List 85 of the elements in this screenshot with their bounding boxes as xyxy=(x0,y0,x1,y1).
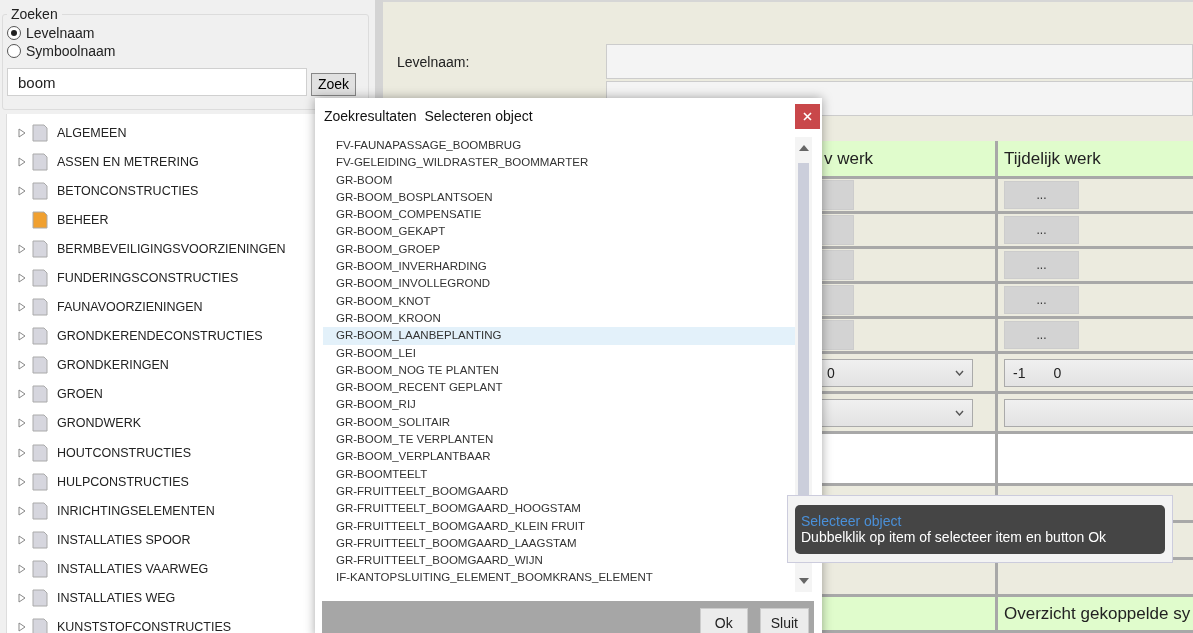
tree-item[interactable]: KUNSTSTOFCONSTRUCTIES xyxy=(57,620,232,633)
expand-arrow-icon[interactable] xyxy=(18,156,26,167)
expand-arrow-icon[interactable] xyxy=(18,127,26,138)
expand-arrow-icon[interactable] xyxy=(18,273,26,283)
tree-item[interactable]: HULPCONSTRUCTIES xyxy=(57,474,189,489)
tree-item[interactable]: BETONCONSTRUCTIES xyxy=(57,183,199,198)
tree-item[interactable]: GRONDKERENDECONSTRUCTIES xyxy=(57,329,263,344)
close-button[interactable] xyxy=(795,103,820,129)
tree-item[interactable]: GRONDWERK xyxy=(57,416,142,431)
tree-item[interactable]: GRONDKERINGEN xyxy=(57,358,169,373)
expand-arrow-icon[interactable] xyxy=(18,302,26,313)
tooltip-text: Dubbelklik op item of selecteer item en button Ok xyxy=(801,529,1108,545)
list-item[interactable]: GR-BOOM_SOLITAIR xyxy=(323,413,795,432)
column-header: Tijdelijk werk xyxy=(1003,148,1101,169)
tree-item[interactable]: BEHEER xyxy=(57,212,109,227)
scroll-up-icon[interactable] xyxy=(798,145,809,151)
list-item[interactable]: IF-KANTOPSLUITING_ELEMENT_BOOMKRANS_ELEMENT xyxy=(323,569,795,587)
expand-arrow-icon[interactable] xyxy=(18,185,26,196)
list-item[interactable]: GR-FRUITTEELT_BOOMGAARD xyxy=(323,482,795,501)
list-item[interactable]: GR-BOOM_LAANBEPLANTING xyxy=(323,327,795,345)
tree-item[interactable]: INSTALLATIES SPOOR xyxy=(57,532,191,547)
list-item[interactable]: GR-BOOM_INVERHARDING xyxy=(323,258,795,276)
dropdown[interactable]: -1 0 xyxy=(1004,358,1193,387)
scroll-down-icon[interactable] xyxy=(798,578,809,584)
list-item[interactable]: GR-BOOM_RIJ xyxy=(323,396,795,414)
tree-item[interactable]: HOUTCONSTRUCTIES xyxy=(57,445,192,460)
expand-arrow-icon[interactable] xyxy=(18,418,26,429)
list-item[interactable]: GR-BOOM_TE VERPLANTEN xyxy=(323,431,795,449)
expand-arrow-icon[interactable] xyxy=(18,563,26,574)
tooltip-title: Selecteer object xyxy=(801,513,903,529)
tree-item[interactable]: INRICHTINGSELEMENTEN xyxy=(57,503,215,518)
group-title: Zoeken xyxy=(10,6,59,22)
column-header: Overzicht gekoppelde sy xyxy=(1003,603,1191,624)
tree-item[interactable]: BERMBEVEILIGINGSVOORZIENINGEN xyxy=(57,241,286,256)
column-header: v werk xyxy=(823,148,874,169)
ellipsis-button[interactable]: ... xyxy=(1004,216,1079,244)
tree-item[interactable]: INSTALLATIES WEG xyxy=(57,591,176,606)
list-item[interactable]: FV-FAUNAPASSAGE_BOOMBRUG xyxy=(323,137,795,155)
expand-arrow-icon[interactable] xyxy=(18,331,26,342)
tree-item[interactable]: GROEN xyxy=(57,387,103,402)
ellipsis-button[interactable]: ... xyxy=(1004,321,1079,349)
list-item[interactable]: GR-BOOM_LEI xyxy=(323,344,795,362)
list-item[interactable]: GR-BOOM_VERPLANTBAAR xyxy=(323,448,795,466)
tree-item[interactable]: ASSEN EN METRERING xyxy=(57,154,199,169)
dialog-button[interactable]: Ok xyxy=(699,608,748,633)
expand-arrow-icon[interactable] xyxy=(18,360,26,371)
list-item[interactable]: GR-BOOM_BOSPLANTSOEN xyxy=(323,188,795,207)
list-item[interactable]: GR-BOOM_INVOLLEGROND xyxy=(323,275,795,293)
expand-arrow-icon[interactable] xyxy=(18,243,26,254)
dialog-button[interactable]: Sluit xyxy=(759,608,809,633)
chevron-down-icon xyxy=(955,409,964,416)
list-item[interactable]: GR-BOOM_NOG TE PLANTEN xyxy=(323,361,795,380)
expand-arrow-icon[interactable] xyxy=(18,389,26,400)
input-field[interactable] xyxy=(606,44,1193,79)
dropdown[interactable] xyxy=(1004,398,1193,427)
tree-item[interactable]: INSTALLATIES VAARWEG xyxy=(57,561,209,576)
list-item[interactable]: GR-BOOM_COMPENSATIE xyxy=(323,206,795,224)
search-field[interactable]: boom xyxy=(7,68,307,96)
tree-item[interactable]: FUNDERINGSCONSTRUCTIES xyxy=(57,271,239,285)
list-item[interactable]: GR-BOOM xyxy=(323,171,795,189)
list-item[interactable]: GR-BOOM_KNOT xyxy=(323,292,795,310)
dialog-title: Zoekresultaten Selecteren object xyxy=(324,108,533,124)
chevron-down-icon xyxy=(955,369,964,376)
list-item[interactable]: GR-BOOM_KROON xyxy=(323,309,795,328)
list-item[interactable]: FV-GELEIDING_WILDRASTER_BOOMMARTER xyxy=(323,154,795,172)
expand-arrow-icon[interactable] xyxy=(18,505,26,516)
ellipsis-button[interactable]: ... xyxy=(1004,251,1079,279)
list-item[interactable]: GR-BOOMTEELT xyxy=(323,465,795,483)
close-icon xyxy=(803,111,812,121)
ellipsis-button[interactable]: ... xyxy=(1004,286,1079,314)
field-label: Levelnaam: xyxy=(396,53,471,70)
expand-arrow-icon[interactable] xyxy=(18,593,26,604)
expand-arrow-icon[interactable] xyxy=(18,476,26,487)
expand-arrow-icon[interactable] xyxy=(18,447,26,458)
radio-option[interactable]: Levelnaam xyxy=(7,24,364,42)
list-item[interactable]: GR-BOOM_RECENT GEPLANT xyxy=(323,379,795,397)
expand-arrow-icon[interactable] xyxy=(18,534,26,545)
list-item[interactable]: GR-BOOM_GROEP xyxy=(323,240,795,259)
tree-item[interactable]: ALGEMEEN xyxy=(57,125,127,140)
list-item[interactable]: GR-BOOM_GEKAPT xyxy=(323,223,795,241)
search-button[interactable]: Zoek xyxy=(311,72,357,96)
radio-option[interactable]: Symboolnaam xyxy=(7,42,364,60)
expand-arrow-icon[interactable] xyxy=(18,622,26,633)
ellipsis-button[interactable]: ... xyxy=(1004,181,1079,209)
tree-item[interactable]: FAUNAVOORZIENINGEN xyxy=(57,300,203,315)
